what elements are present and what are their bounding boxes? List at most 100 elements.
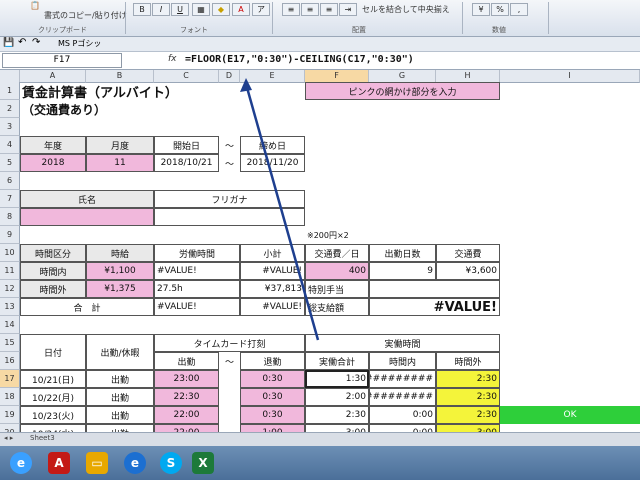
day-clock-in[interactable]: 22:00 [154,406,219,424]
acrobat-icon[interactable]: A [48,452,70,474]
column-header-E[interactable]: E [240,70,305,83]
fare-per-day[interactable]: 400 [305,262,369,280]
row-header-12[interactable]: 12 [0,280,20,298]
end-header[interactable]: 締め日 [240,136,305,154]
undo-icon[interactable]: ↶ [18,37,26,48]
day-within-time[interactable]: 0:00 [369,424,436,432]
row-header-1[interactable]: 1 [0,82,20,100]
insert-function-button[interactable]: fx [168,54,177,64]
row-header-19[interactable]: 19 [0,406,20,424]
row-header-10[interactable]: 10 [0,244,20,262]
save-icon[interactable]: 💾 [3,38,14,48]
bonus-input[interactable] [369,280,500,298]
name-box[interactable]: F17 [2,53,122,68]
start-date[interactable]: 2018/10/21 [154,154,219,172]
day-attendance[interactable]: 出勤 [86,388,154,406]
furigana-header[interactable]: フリガナ [154,190,305,208]
over-labor[interactable]: 27.5h [154,280,240,298]
within-subtotal[interactable]: #VALUE! [240,262,305,280]
bold-button[interactable]: B [133,3,151,16]
instruction-note[interactable]: ピンクの網かけ部分を入力 [305,82,500,100]
merge-center-button[interactable]: セルを結合して中央揃え [362,4,450,15]
day-over-time[interactable]: 2:30 [436,370,500,388]
day-over-time[interactable]: 3:00 [436,424,500,432]
row-header-6[interactable]: 6 [0,172,20,190]
name-input[interactable] [20,208,154,226]
excel-icon[interactable]: X [192,452,214,474]
browser-icon[interactable]: e [124,452,146,474]
sheet-title[interactable]: 賃金計算書（アルバイト） [20,82,240,101]
row-header-20[interactable]: 20 [0,424,20,432]
day-date[interactable]: 10/23(火) [20,406,86,424]
within-labor[interactable]: #VALUE! [154,262,240,280]
fare-total[interactable]: ¥3,600 [436,262,500,280]
year-header[interactable]: 年度 [20,136,86,154]
day-ok-flag[interactable]: OK [500,406,640,424]
work-days[interactable]: 9 [369,262,436,280]
row-header-15[interactable]: 15 [0,334,20,352]
grand-header[interactable]: 総支給額 [305,298,369,316]
day-over-time[interactable]: 2:30 [436,388,500,406]
day-clock-in[interactable]: 22:00 [154,424,219,432]
row-header-11[interactable]: 11 [0,262,20,280]
explorer-icon[interactable]: ▭ [86,452,108,474]
row-header-3[interactable]: 3 [0,118,20,136]
total-label[interactable]: 合 計 [20,298,154,316]
border-icon[interactable]: ▦ [192,3,210,16]
align-right-icon[interactable]: ≡ [320,3,338,16]
fill-color-icon[interactable]: ◆ [212,3,230,16]
tab-sheet3[interactable]: Sheet3 [30,434,55,442]
labor-header[interactable]: 労働時間 [154,244,240,262]
copy-icon[interactable]: 📋 [30,1,40,10]
underline-button[interactable]: U [171,3,189,16]
name-header[interactable]: 氏名 [20,190,154,208]
tilde-1[interactable]: ～ [219,136,240,154]
day-actual-total[interactable]: 1:30 [305,370,369,388]
day-attendance[interactable]: 出勤 [86,406,154,424]
grand-total[interactable]: #VALUE! [369,298,500,316]
actual-header[interactable]: 実働時間 [305,334,500,352]
ie-icon[interactable]: e [10,452,32,474]
total-labor[interactable]: #VALUE! [154,298,240,316]
day-date[interactable]: 10/22(月) [20,388,86,406]
clock-in-header[interactable]: 出勤 [154,352,219,370]
comma-icon[interactable]: , [510,3,528,16]
currency-icon[interactable]: ¥ [472,3,490,16]
sheet-nav-icon[interactable]: ◂ ▸ [4,434,13,442]
day-clock-in[interactable]: 23:00 [154,370,219,388]
clock-out-header[interactable]: 退勤 [240,352,305,370]
timecard-header[interactable]: タイムカード打刻 [154,334,305,352]
italic-button[interactable]: I [152,3,170,16]
year-input[interactable]: 2018 [20,154,86,172]
day-clock-out[interactable]: 0:30 [240,370,305,388]
within-label[interactable]: 時間内 [20,262,86,280]
fare-header[interactable]: 交通費 [436,244,500,262]
tilde-3[interactable]: ～ [219,352,240,370]
phonetic-icon[interactable]: ア [252,3,270,16]
column-header-I[interactable]: I [500,70,640,83]
row-header-4[interactable]: 4 [0,136,20,154]
row-header-7[interactable]: 7 [0,190,20,208]
over-rate[interactable]: ¥1,375 [86,280,154,298]
skype-icon[interactable]: S [160,452,182,474]
day-actual-total[interactable]: 3:00 [305,424,369,432]
fare-note[interactable]: ※200円×2 [305,226,369,244]
day-over-time[interactable]: 2:30 [436,406,500,424]
over-label[interactable]: 時間外 [20,280,86,298]
row-header-14[interactable]: 14 [0,316,20,334]
kbn-header[interactable]: 時間区分 [20,244,86,262]
align-center-icon[interactable]: ≡ [301,3,319,16]
day-attendance[interactable]: 出勤 [86,370,154,388]
formula-input[interactable]: =FLOOR(E17,"0:30")-CEILING(C17,"0:30") [185,53,414,67]
day-date[interactable]: 10/24(水) [20,424,86,432]
row-header-9[interactable]: 9 [0,226,20,244]
font-name-box[interactable]: MS Pゴシッ [58,38,101,49]
days-header[interactable]: 出勤日数 [369,244,436,262]
total-subtotal[interactable]: #VALUE! [240,298,305,316]
row-header-13[interactable]: 13 [0,298,20,316]
day-clock-out[interactable]: 0:30 [240,406,305,424]
end-date[interactable]: 2018/11/20 [240,154,305,172]
within-rate[interactable]: ¥1,100 [86,262,154,280]
day-clock-in[interactable]: 22:30 [154,388,219,406]
over-subtotal[interactable]: ¥37,813 [240,280,305,298]
